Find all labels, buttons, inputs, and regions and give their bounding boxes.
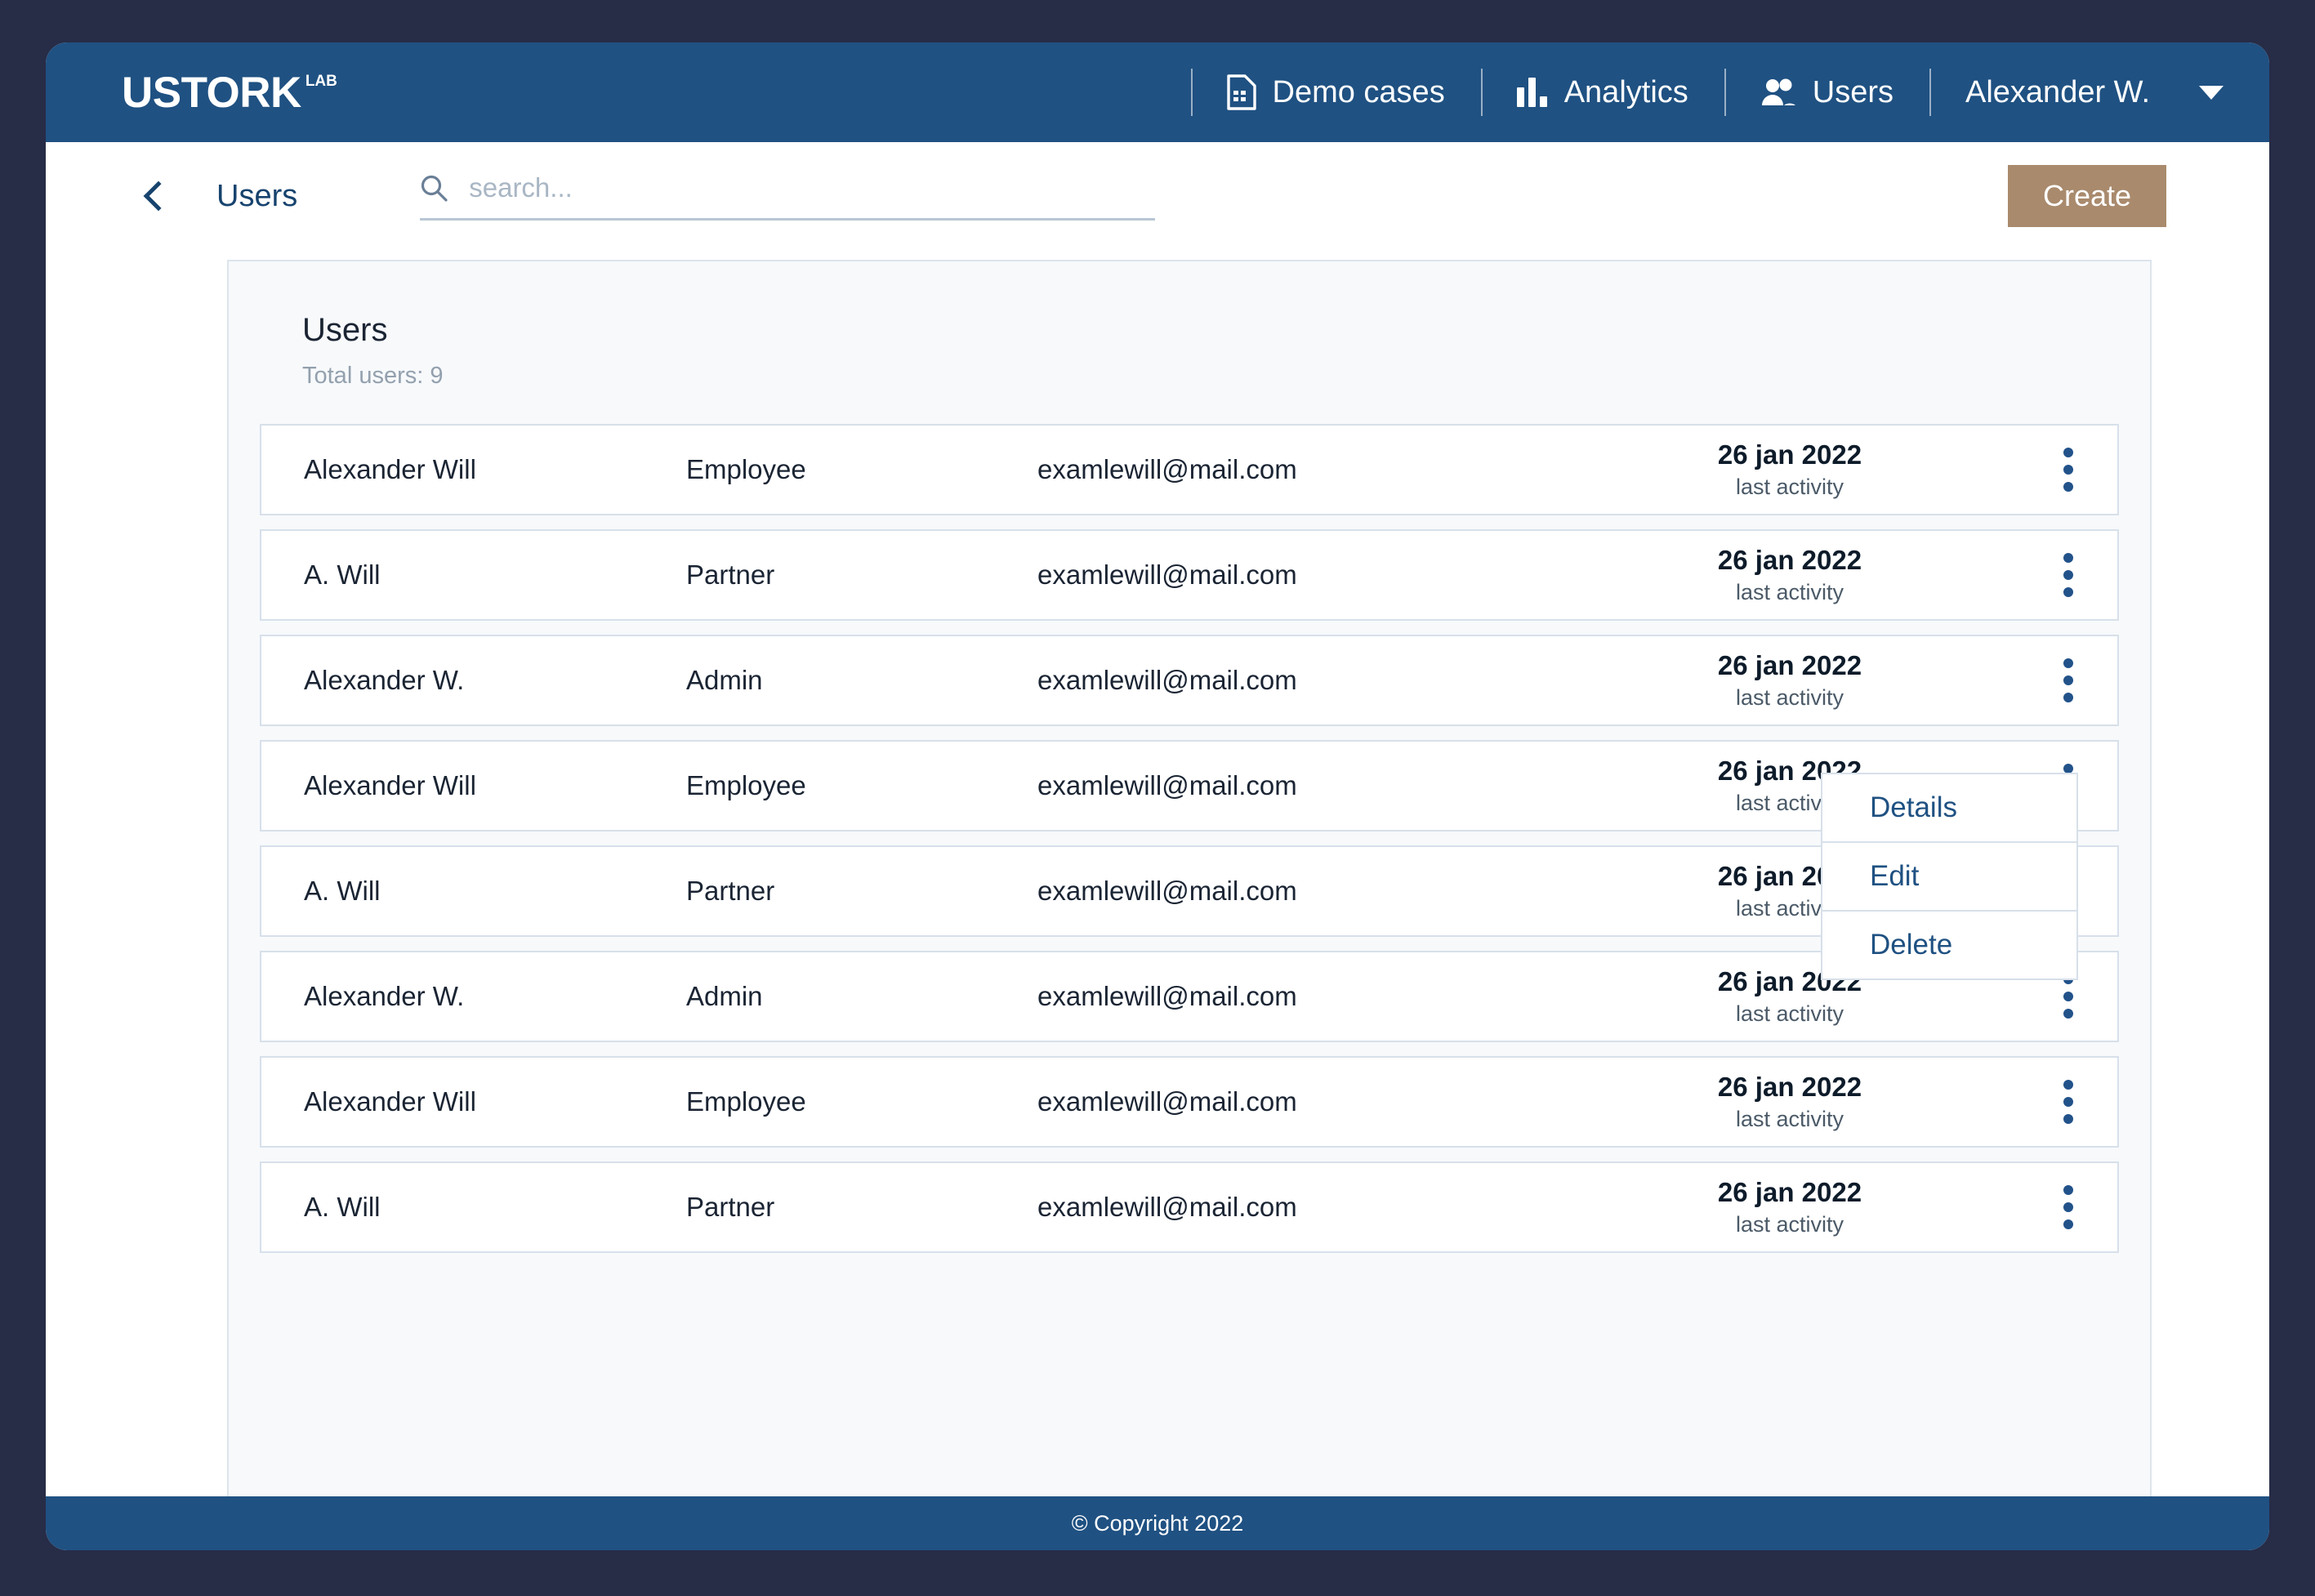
chevron-down-icon (2199, 86, 2224, 100)
user-email-cell: examlewill@mail.com (1037, 876, 1609, 907)
copyright-text: © Copyright 2022 (1072, 1511, 1244, 1536)
kebab-menu-icon (2063, 1185, 2073, 1229)
back-chevron-icon[interactable] (144, 181, 174, 212)
kebab-menu-icon (2063, 658, 2073, 702)
page-subheader: Users Create (46, 142, 2269, 250)
row-menu-button[interactable] (2019, 974, 2117, 1019)
footer: © Copyright 2022 (46, 1496, 2269, 1550)
brand-suffix: LAB (306, 74, 337, 89)
people-icon (1760, 78, 1796, 106)
app-window: USTORK LAB Demo cases (46, 42, 2269, 1550)
user-name-cell: Alexander Will (261, 770, 686, 801)
search-icon (420, 174, 448, 202)
nav-item-label: Analytics (1564, 77, 1688, 108)
user-role-cell: Partner (686, 1192, 1037, 1223)
context-menu-item-details[interactable]: Details (1821, 773, 2078, 843)
panel-title: Users (302, 312, 2150, 348)
nav-items: Demo cases Analytics Users (1191, 42, 2270, 142)
kebab-menu-icon (2063, 553, 2073, 597)
user-email-cell: examlewill@mail.com (1037, 1086, 1609, 1117)
user-email-cell: examlewill@mail.com (1037, 981, 1609, 1012)
row-menu-button[interactable] (2019, 448, 2117, 492)
user-email-cell: examlewill@mail.com (1037, 559, 1609, 591)
row-context-menu: DetailsEditDelete (1821, 773, 2078, 979)
user-role-cell: Partner (686, 559, 1037, 591)
user-name-cell: A. Will (261, 876, 686, 907)
nav-item-analytics[interactable]: Analytics (1481, 42, 1724, 142)
document-icon (1227, 74, 1256, 110)
bar-chart-icon (1517, 78, 1548, 107)
last-activity-date: 26 jan 2022 (1609, 545, 1970, 576)
brand-logo[interactable]: USTORK LAB (122, 71, 337, 114)
user-activity-cell: 26 jan 2022 last activity (1609, 1177, 2019, 1238)
last-activity-date: 26 jan 2022 (1609, 1177, 1970, 1208)
table-row[interactable]: A. WillPartnerexamlewill@mail.com26 jan … (260, 529, 2119, 621)
user-name-cell: Alexander W. (261, 665, 686, 696)
kebab-menu-icon (2063, 1080, 2073, 1124)
row-menu-button[interactable] (2019, 1080, 2117, 1124)
context-menu-item-delete[interactable]: Delete (1821, 910, 2078, 980)
user-activity-cell: 26 jan 2022 last activity (1609, 650, 2019, 711)
page-title: Users (216, 179, 297, 214)
last-activity-label: last activity (1609, 580, 1970, 605)
last-activity-label: last activity (1609, 685, 1970, 711)
search-bar (420, 172, 1155, 221)
user-name-cell: Alexander W. (261, 981, 686, 1012)
last-activity-date: 26 jan 2022 (1609, 650, 1970, 681)
nav-item-demo-cases[interactable]: Demo cases (1191, 42, 1481, 142)
last-activity-label: last activity (1609, 1001, 1970, 1027)
user-name-cell: A. Will (261, 559, 686, 591)
top-navigation-bar: USTORK LAB Demo cases (46, 42, 2269, 142)
create-button[interactable]: Create (2008, 165, 2166, 227)
user-email-cell: examlewill@mail.com (1037, 770, 1609, 801)
table-row[interactable]: Alexander WillEmployeeexamlewill@mail.co… (260, 1056, 2119, 1148)
user-activity-cell: 26 jan 2022 last activity (1609, 439, 2019, 501)
user-activity-cell: 26 jan 2022 last activity (1609, 545, 2019, 606)
user-role-cell: Employee (686, 454, 1037, 485)
nav-item-users[interactable]: Users (1724, 42, 1929, 142)
last-activity-label: last activity (1609, 1212, 1970, 1237)
row-menu-button[interactable] (2019, 1185, 2117, 1229)
brand-name: USTORK (122, 71, 301, 114)
last-activity-label: last activity (1609, 1107, 1970, 1132)
user-role-cell: Employee (686, 1086, 1037, 1117)
nav-item-label: Demo cases (1273, 77, 1445, 108)
panel-header: Users Total users: 9 (229, 261, 2150, 390)
total-users-count: Total users: 9 (302, 363, 2150, 390)
user-menu-button[interactable]: Alexander W. (1929, 42, 2269, 142)
user-activity-cell: 26 jan 2022 last activity (1609, 1072, 2019, 1133)
user-name-cell: Alexander Will (261, 1086, 686, 1117)
table-row[interactable]: A. WillPartnerexamlewill@mail.com26 jan … (260, 1161, 2119, 1253)
user-role-cell: Employee (686, 770, 1037, 801)
table-row[interactable]: Alexander W.Adminexamlewill@mail.com26 j… (260, 635, 2119, 726)
context-menu-item-edit[interactable]: Edit (1821, 841, 2078, 912)
row-menu-button[interactable] (2019, 553, 2117, 597)
last-activity-date: 26 jan 2022 (1609, 1072, 1970, 1103)
user-role-cell: Admin (686, 981, 1037, 1012)
search-input[interactable] (469, 172, 1155, 203)
user-name-cell: A. Will (261, 1192, 686, 1223)
user-role-cell: Admin (686, 665, 1037, 696)
content-area: Users Total users: 9 Alexander WillEmplo… (46, 250, 2269, 1496)
kebab-menu-icon (2063, 448, 2073, 492)
user-email-cell: examlewill@mail.com (1037, 665, 1609, 696)
user-email-cell: examlewill@mail.com (1037, 454, 1609, 485)
nav-item-label: Users (1813, 77, 1893, 108)
kebab-menu-icon (2063, 974, 2073, 1019)
last-activity-label: last activity (1609, 475, 1970, 500)
user-name-cell: Alexander Will (261, 454, 686, 485)
row-menu-button[interactable] (2019, 658, 2117, 702)
user-menu-label: Alexander W. (1965, 77, 2150, 108)
user-role-cell: Partner (686, 876, 1037, 907)
user-email-cell: examlewill@mail.com (1037, 1192, 1609, 1223)
last-activity-date: 26 jan 2022 (1609, 439, 1970, 470)
table-row[interactable]: Alexander WillEmployeeexamlewill@mail.co… (260, 424, 2119, 515)
